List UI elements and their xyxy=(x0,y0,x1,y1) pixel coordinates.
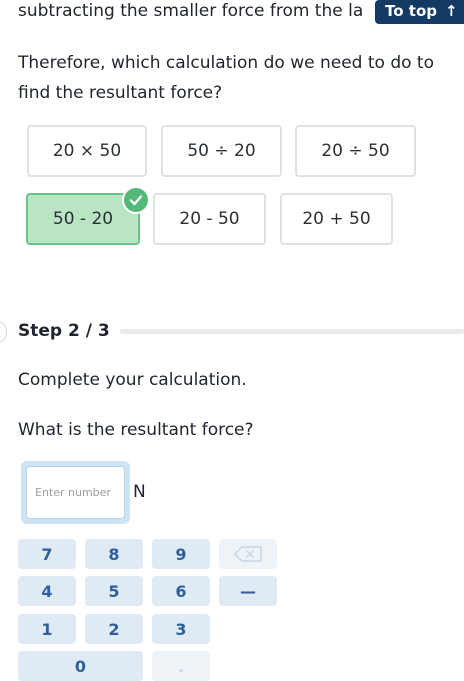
key-3[interactable]: 3 xyxy=(152,614,210,644)
to-top-button[interactable]: To top ↑ xyxy=(375,0,464,24)
key-8[interactable]: 8 xyxy=(85,539,143,569)
key-1[interactable]: 1 xyxy=(18,614,76,644)
minus-key[interactable]: — xyxy=(219,576,277,606)
answer-input[interactable] xyxy=(26,466,125,519)
previous-explanation-text: subtracting the smaller force from the l… xyxy=(18,1,364,21)
step-instruction: Complete your calculation. xyxy=(18,370,247,390)
key-2[interactable]: 2 xyxy=(85,614,143,644)
arrow-up-icon: ↑ xyxy=(444,2,458,20)
page: subtracting the smaller force from the l… xyxy=(0,0,464,681)
key-9[interactable]: 9 xyxy=(152,539,210,569)
key-0[interactable]: 0 xyxy=(18,651,143,681)
backspace-key[interactable] xyxy=(219,539,277,569)
step-indicator-dot xyxy=(0,322,7,342)
key-6[interactable]: 6 xyxy=(152,576,210,606)
step-divider xyxy=(120,329,464,334)
option-20-divide-50[interactable]: 20 ÷ 50 xyxy=(295,125,416,177)
to-top-label: To top xyxy=(385,2,437,20)
question-text: Therefore, which calculation do we need … xyxy=(18,53,434,103)
option-20-plus-50[interactable]: 20 + 50 xyxy=(280,193,393,245)
unit-label: N xyxy=(133,482,146,502)
key-5[interactable]: 5 xyxy=(85,576,143,606)
key-decimal[interactable]: . xyxy=(152,651,210,681)
key-4[interactable]: 4 xyxy=(18,576,76,606)
answer-input-wrapper xyxy=(21,461,130,524)
option-50-divide-20[interactable]: 50 ÷ 20 xyxy=(161,125,282,177)
step-prompt: What is the resultant force? xyxy=(18,420,254,440)
option-20-minus-50[interactable]: 20 - 50 xyxy=(153,193,266,245)
step-label: Step 2 / 3 xyxy=(18,321,110,341)
key-7[interactable]: 7 xyxy=(18,539,76,569)
backspace-icon xyxy=(234,546,262,562)
option-20-times-50[interactable]: 20 × 50 xyxy=(27,125,147,177)
check-icon xyxy=(122,186,150,214)
